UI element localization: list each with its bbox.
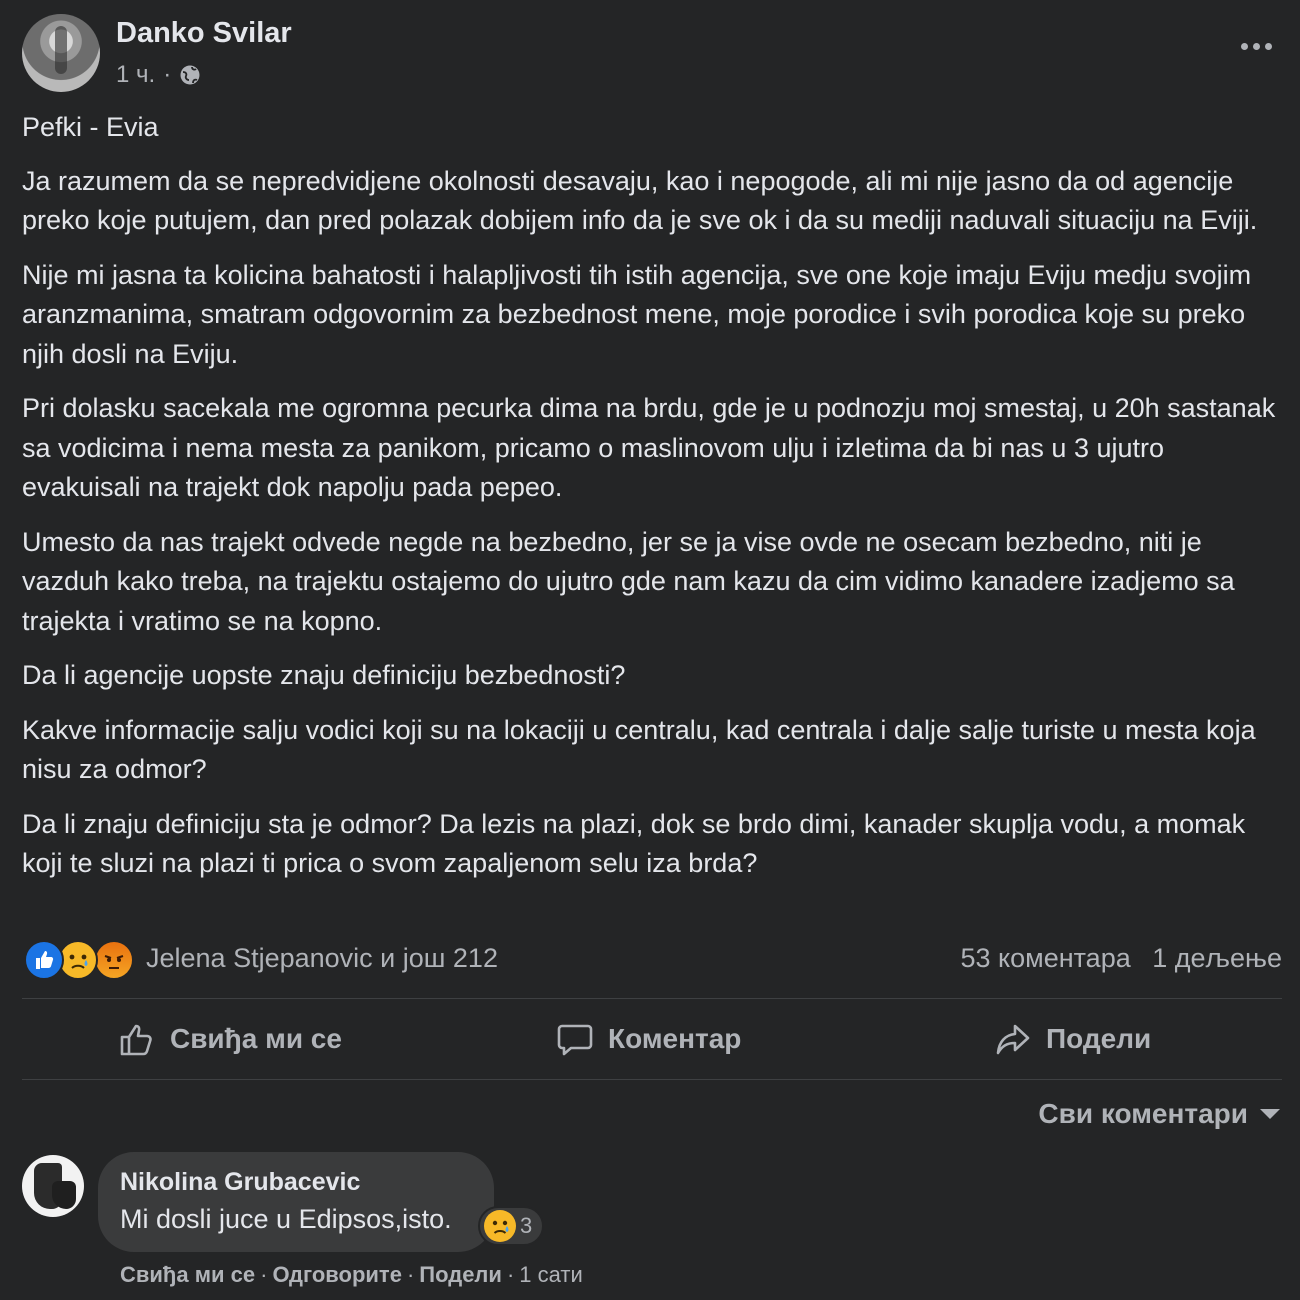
comment-bubble-icon	[557, 1024, 593, 1056]
comment-button[interactable]: Коментар	[556, 1000, 741, 1078]
comment-reply-link[interactable]: Одговорите	[272, 1262, 402, 1287]
chevron-down-icon	[1260, 1109, 1280, 1119]
shares-count[interactable]: 1 дељење	[1152, 943, 1282, 973]
angry-reaction-icon	[94, 940, 134, 980]
post-paragraph: Kakve informacije salju vodici koji su n…	[22, 714, 1256, 785]
comment-label: Коментар	[608, 1023, 742, 1054]
thumbs-up-icon	[120, 1024, 152, 1056]
sad-reaction-icon	[484, 1210, 516, 1242]
post-actions: Свиђа ми се Коментар Подели	[22, 1000, 1282, 1078]
reaction-icons[interactable]	[24, 940, 136, 980]
reaction-summary[interactable]: Jelena Stjepanovic и још 212	[146, 943, 498, 974]
post-meta: 1 ч. ·	[116, 61, 201, 89]
divider	[22, 998, 1282, 999]
commenter-avatar[interactable]	[22, 1155, 84, 1217]
comment-reactions[interactable]: 3	[478, 1206, 544, 1246]
post-paragraph: Nije mi jasna ta kolicina bahatosti i ha…	[22, 259, 1252, 369]
comment-reaction-count: 3	[520, 1213, 533, 1238]
like-reaction-icon	[24, 940, 64, 980]
post-paragraph: Da li znaju definiciju sta je odmor? Da …	[22, 808, 1246, 879]
more-options-icon[interactable]	[1238, 32, 1274, 60]
divider	[22, 1079, 1282, 1080]
like-label: Свиђа ми се	[170, 1023, 342, 1054]
globe-icon[interactable]	[179, 64, 201, 86]
commenter-name[interactable]: Nikolina Grubacevic	[120, 1168, 360, 1197]
comment-actions: Свиђа ми се · Одговорите · Подели · 1 сати	[120, 1262, 583, 1287]
post-time[interactable]: 1 ч.	[116, 61, 155, 89]
comment-time[interactable]: 1 сати	[519, 1262, 582, 1287]
meta-separator: ·	[163, 61, 172, 88]
post-paragraph: Da li agencije uopste znaju definiciju b…	[22, 660, 626, 690]
author-name[interactable]: Danko Svilar	[116, 17, 292, 50]
post-body: Pefki - Evia Ja razumem da se nepredvidj…	[22, 108, 1282, 899]
comment-text: Mi dosli juce u Edipsos,isto.	[120, 1204, 452, 1234]
comments-filter-dropdown[interactable]: Сви коментари	[1038, 1098, 1280, 1130]
share-button[interactable]: Подели	[994, 1000, 1151, 1078]
comment-bubble: Nikolina Grubacevic Mi dosli juce u Edip…	[98, 1152, 494, 1252]
comment-like-link[interactable]: Свиђа ми се	[120, 1262, 255, 1287]
post-paragraph: Pri dolasku sacekala me ogromna pecurka …	[22, 393, 1276, 502]
post-paragraph: Ja razumem da se nepredvidjene okolnosti…	[22, 165, 1258, 236]
sad-reaction-icon	[58, 940, 98, 980]
post-header: Danko Svilar 1 ч. ·	[22, 14, 1278, 94]
comments-count[interactable]: 53 коментара	[960, 943, 1130, 973]
share-arrow-icon	[996, 1024, 1030, 1055]
comments-filter-label: Сви коментари	[1038, 1098, 1248, 1129]
comment-share-link[interactable]: Подели	[419, 1262, 502, 1287]
engagement-counts: 53 коментара 1 дељење	[960, 943, 1282, 974]
reactions-bar: Jelena Stjepanovic и још 212 53 коментар…	[22, 936, 1282, 984]
like-button[interactable]: Свиђа ми се	[118, 1000, 342, 1078]
author-avatar[interactable]	[22, 14, 100, 92]
post-paragraph: Umesto da nas trajekt odvede negde na be…	[22, 526, 1235, 636]
post-paragraph: Pefki - Evia	[22, 112, 159, 142]
share-label: Подели	[1046, 1023, 1152, 1054]
